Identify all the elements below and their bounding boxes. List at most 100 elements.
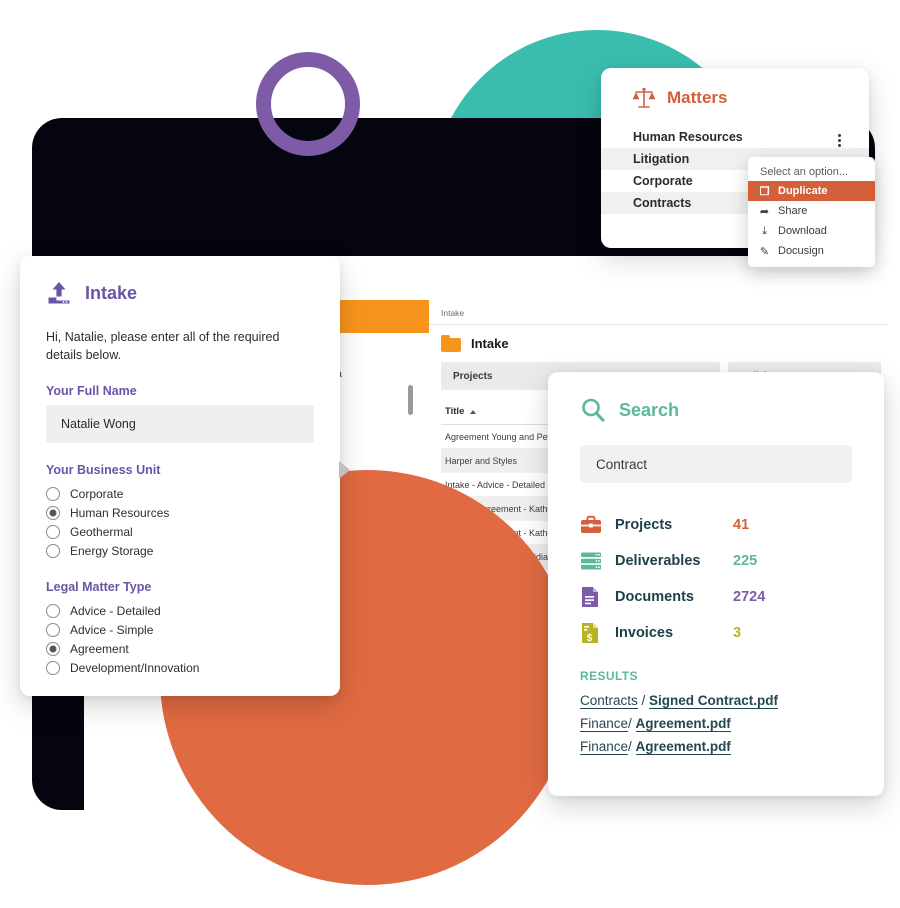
result-row[interactable]: Finance/ Agreement.pdf [580, 735, 852, 758]
stat-value: 3 [733, 625, 742, 641]
signature-icon: ✎ [759, 245, 770, 258]
share-icon: ➦ [759, 205, 770, 218]
full-name-label: Your Full Name [46, 384, 137, 399]
tab-projects-label: Projects [453, 370, 493, 382]
radio-label: Human Resources [70, 505, 170, 520]
stat-row[interactable]: $ Invoices 3 [580, 615, 852, 651]
stat-row[interactable]: Deliverables 225 [580, 543, 852, 579]
business-unit-option[interactable]: Geothermal [46, 522, 314, 541]
matter-type-option[interactable]: Agreement [46, 639, 314, 658]
stat-label: Projects [615, 517, 673, 533]
upload-icon [46, 280, 72, 306]
stat-row[interactable]: Documents 2724 [580, 579, 852, 615]
result-row[interactable]: Finance/ Agreement.pdf [580, 712, 852, 735]
radio-button[interactable] [46, 524, 60, 539]
result-folder-link[interactable]: Finance [580, 716, 629, 732]
intake-card-title: Intake [85, 282, 138, 303]
matters-kebab-menu-icon[interactable] [838, 134, 841, 147]
folders-scrollbar[interactable] [408, 385, 413, 415]
menu-item-download[interactable]: ⤓ Download [748, 221, 875, 241]
breadcrumb: Intake [441, 308, 465, 318]
stack-icon [580, 551, 610, 571]
carousel-next-arrow-icon[interactable] [339, 461, 350, 479]
search-card-header: Search [548, 372, 884, 423]
radio-label: Agreement [70, 641, 129, 656]
search-icon [580, 397, 606, 423]
intake-card-header: Intake [20, 256, 340, 306]
search-query-value: Contract [596, 456, 648, 472]
matters-card-header: Matters [601, 68, 869, 110]
matter-type-option[interactable]: Advice - Simple [46, 620, 314, 639]
radio-button[interactable] [46, 505, 60, 520]
radio-button[interactable] [46, 660, 60, 675]
result-file-link[interactable]: Signed Contract.pdf [649, 693, 779, 709]
matter-type-option[interactable]: Development/Innovation [46, 658, 314, 677]
invoice-icon: $ [580, 622, 610, 644]
radio-button[interactable] [46, 622, 60, 637]
radio-label: Advice - Detailed [70, 603, 161, 618]
page-title: Intake [471, 336, 509, 351]
menu-item-share[interactable]: ➦ Share [748, 201, 875, 221]
document-icon [580, 586, 610, 608]
column-header-title: Title [445, 406, 465, 417]
menu-item-label: Docusign [778, 245, 824, 257]
results-list: Contracts / Signed Contract.pdf Finance/ … [548, 689, 884, 758]
business-unit-option[interactable]: Corporate [46, 484, 314, 503]
matter-type-label: Legal Matter Type [46, 580, 152, 595]
stat-label: Invoices [615, 625, 674, 641]
menu-item-label: Duplicate [778, 185, 828, 197]
matters-list-item[interactable]: Human Resources [601, 126, 869, 148]
scales-of-justice-icon [631, 86, 657, 110]
sort-ascending-icon [470, 409, 477, 414]
screenshot-stage: Folders [0, 0, 900, 908]
radio-button[interactable] [46, 603, 60, 618]
purple-ring-decoration [256, 52, 360, 156]
matter-type-radio-group: Advice - Detailed Advice - Simple Agreemen… [46, 601, 314, 677]
full-name-input[interactable]: Natalie Wong [46, 405, 314, 444]
matters-context-menu: Select an option... ❐ Duplicate ➦ Share ⤓ Dow… [748, 157, 875, 267]
stat-value: 225 [733, 553, 758, 569]
download-icon: ⤓ [762, 224, 767, 237]
result-folder-link[interactable]: Contracts [580, 693, 638, 709]
intake-greeting: Hi, Natalie, please enter all of the req… [46, 330, 280, 363]
matter-type-option[interactable]: Advice - Detailed [46, 601, 314, 620]
result-folder-link[interactable]: Finance [580, 739, 629, 755]
menu-item-duplicate[interactable]: ❐ Duplicate [748, 181, 875, 201]
menu-item-label: Download [778, 225, 827, 237]
stat-label: Documents [615, 589, 694, 605]
stat-value: 2724 [733, 589, 766, 605]
radio-button[interactable] [46, 641, 60, 656]
results-label: RESULTS [580, 669, 638, 683]
radio-label: Development/Innovation [70, 660, 200, 675]
stat-row[interactable]: Projects 41 [580, 507, 852, 543]
search-card: Search Contract Projects 41 Deliverables 22… [548, 372, 884, 796]
full-name-value: Natalie Wong [61, 417, 136, 432]
matters-menu-options: ❐ Duplicate ➦ Share ⤓ Download ✎ Docusign [748, 181, 875, 261]
result-file-link[interactable]: Agreement.pdf [635, 739, 731, 755]
search-stats: Projects 41 Deliverables 225 Documents 2724 $ I… [580, 507, 852, 651]
business-unit-radio-group: Corporate Human Resources Geothermal Energy… [46, 484, 314, 560]
radio-button[interactable] [46, 543, 60, 558]
menu-item-docusign[interactable]: ✎ Docusign [748, 241, 875, 261]
business-unit-option[interactable]: Human Resources [46, 503, 314, 522]
stat-label: Deliverables [615, 553, 701, 569]
radio-label: Corporate [70, 486, 124, 501]
duplicate-icon: ❐ [759, 185, 770, 198]
matters-card-title: Matters [667, 88, 728, 107]
search-card-title: Search [619, 399, 680, 420]
result-row[interactable]: Contracts / Signed Contract.pdf [580, 689, 852, 712]
radio-label: Geothermal [70, 524, 133, 539]
folder-icon [441, 335, 461, 352]
business-unit-label: Your Business Unit [46, 463, 161, 478]
radio-label: Advice - Simple [70, 622, 154, 637]
business-unit-option[interactable]: Energy Storage [46, 541, 314, 560]
radio-label: Energy Storage [70, 543, 154, 558]
briefcase-icon [580, 515, 610, 535]
search-input[interactable]: Contract [580, 445, 852, 483]
menu-placeholder: Select an option... [760, 165, 849, 178]
radio-button[interactable] [46, 486, 60, 501]
menu-item-label: Share [778, 205, 808, 217]
result-file-link[interactable]: Agreement.pdf [635, 716, 731, 732]
page-title-row: Intake [429, 325, 887, 362]
svg-text:$: $ [587, 633, 593, 644]
